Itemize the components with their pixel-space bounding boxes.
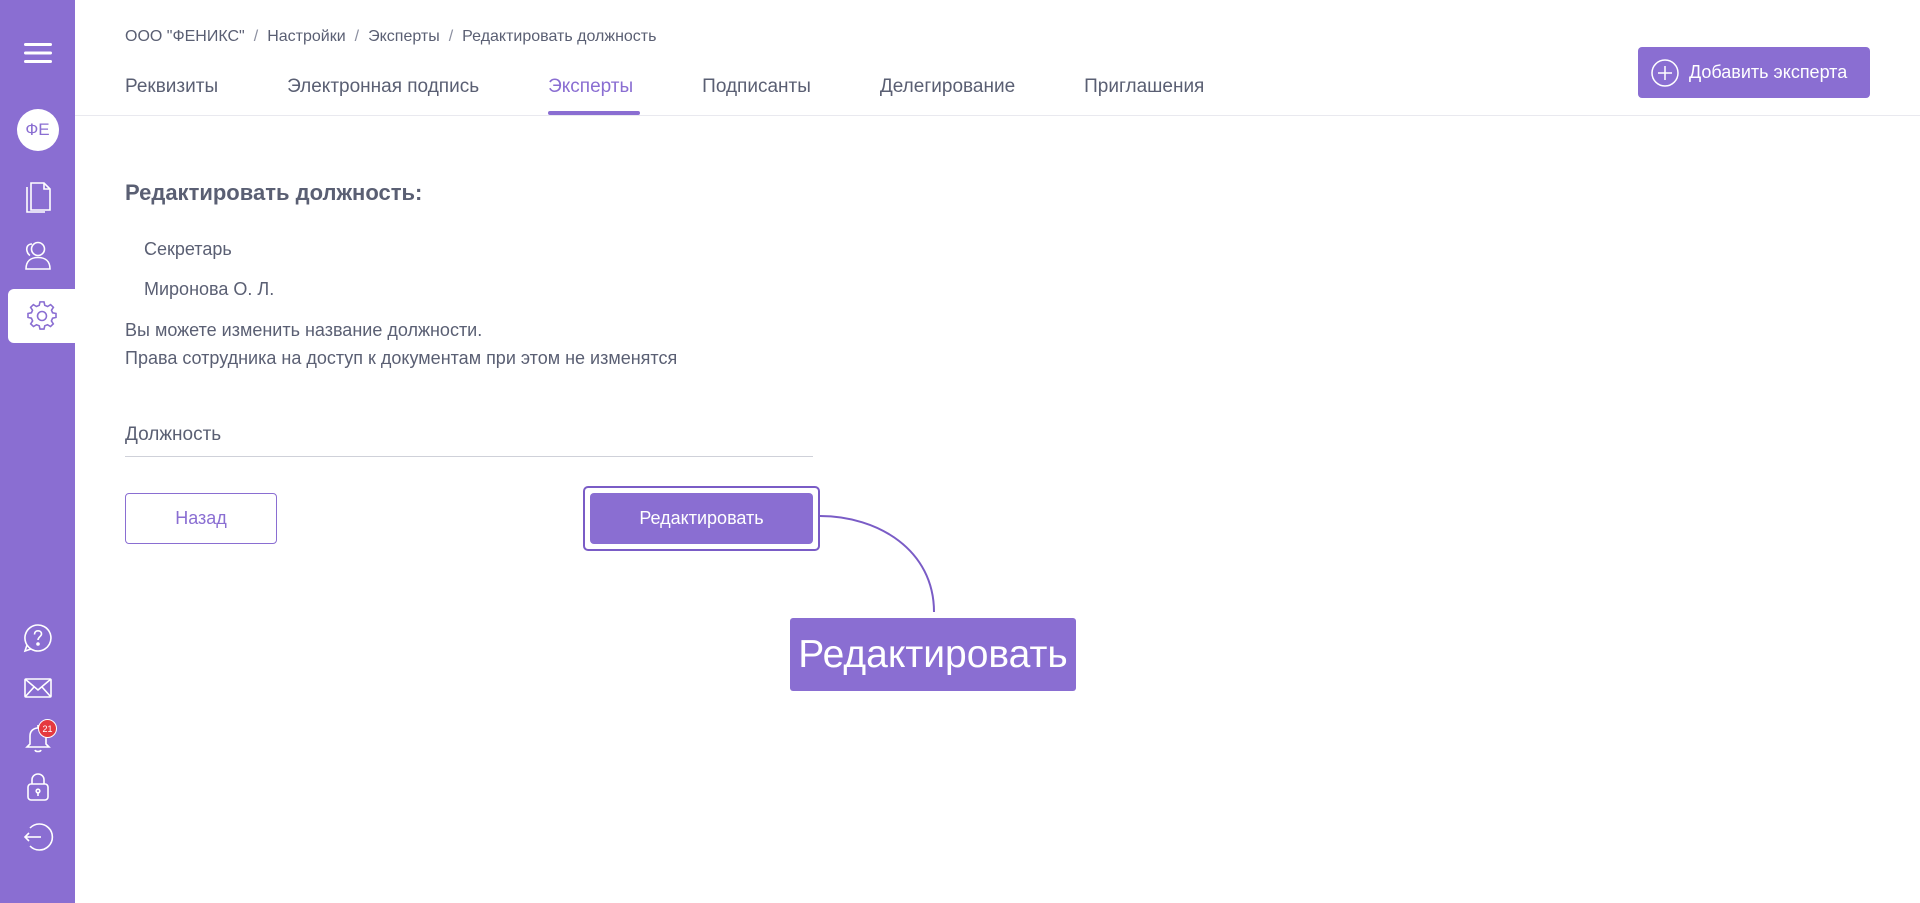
document-icon: [25, 182, 51, 213]
add-expert-label: Добавить эксперта: [1689, 62, 1848, 82]
sidebar: ФЕ 21: [0, 0, 75, 903]
back-button[interactable]: Назад: [125, 493, 277, 544]
callout-tooltip: Редактировать: [790, 618, 1076, 691]
lock-icon: [26, 773, 49, 801]
info-note-line-2: Права сотрудника на доступ к документам …: [125, 348, 678, 368]
breadcrumb-company[interactable]: ООО "ФЕНИКС": [125, 28, 245, 46]
help-icon: [23, 624, 52, 653]
breadcrumb-separator: /: [253, 28, 259, 45]
gear-icon: [26, 301, 57, 330]
logout-icon: [23, 823, 53, 851]
sidebar-item-lock[interactable]: [0, 765, 75, 809]
edit-button[interactable]: Редактировать: [590, 493, 813, 544]
menu-button[interactable]: [0, 33, 75, 73]
mail-icon: [23, 678, 52, 698]
tab-delegation[interactable]: Делегирование: [880, 76, 1015, 115]
breadcrumb-experts[interactable]: Эксперты: [368, 28, 440, 46]
plus-circle-icon: [1651, 58, 1679, 87]
position-name: Секретарь: [144, 239, 232, 259]
tab-electronic-signature[interactable]: Электронная подпись: [287, 76, 479, 115]
breadcrumb-separator: /: [354, 28, 360, 45]
tab-requisites[interactable]: Реквизиты: [125, 76, 218, 115]
sidebar-item-settings[interactable]: [8, 289, 75, 343]
add-expert-button[interactable]: Добавить эксперта: [1638, 47, 1870, 98]
header-divider: [75, 115, 1920, 116]
sidebar-item-mail[interactable]: [0, 666, 75, 710]
sidebar-item-help[interactable]: [0, 616, 75, 660]
sidebar-item-notifications[interactable]: 21: [0, 715, 75, 761]
page-title: Редактировать должность:: [125, 180, 423, 205]
position-field: [125, 415, 813, 457]
position-input[interactable]: [125, 415, 813, 455]
settings-tabs: Реквизиты Электронная подпись Эксперты П…: [125, 76, 1273, 115]
breadcrumb: ООО "ФЕНИКС" / Настройки / Эксперты / Ре…: [125, 28, 656, 46]
sidebar-item-logout[interactable]: [0, 815, 75, 859]
breadcrumb-separator: /: [448, 28, 454, 45]
tab-experts[interactable]: Эксперты: [548, 76, 641, 115]
info-note-line-1: Вы можете изменить название должности.: [125, 320, 483, 340]
sidebar-item-documents[interactable]: [0, 175, 75, 217]
avatar[interactable]: ФЕ: [0, 107, 75, 153]
breadcrumb-current: Редактировать должность: [462, 28, 657, 45]
person-name: Миронова О. Л.: [144, 279, 275, 299]
tab-invitations[interactable]: Приглашения: [1084, 76, 1204, 115]
users-icon: [24, 241, 51, 270]
notifications-badge: 21: [38, 719, 57, 738]
breadcrumb-settings[interactable]: Настройки: [267, 28, 345, 46]
sidebar-item-users[interactable]: [0, 234, 75, 276]
menu-icon: [23, 43, 52, 63]
tab-signers[interactable]: Подписанты: [702, 76, 811, 115]
avatar-initials: ФЕ: [16, 109, 59, 151]
